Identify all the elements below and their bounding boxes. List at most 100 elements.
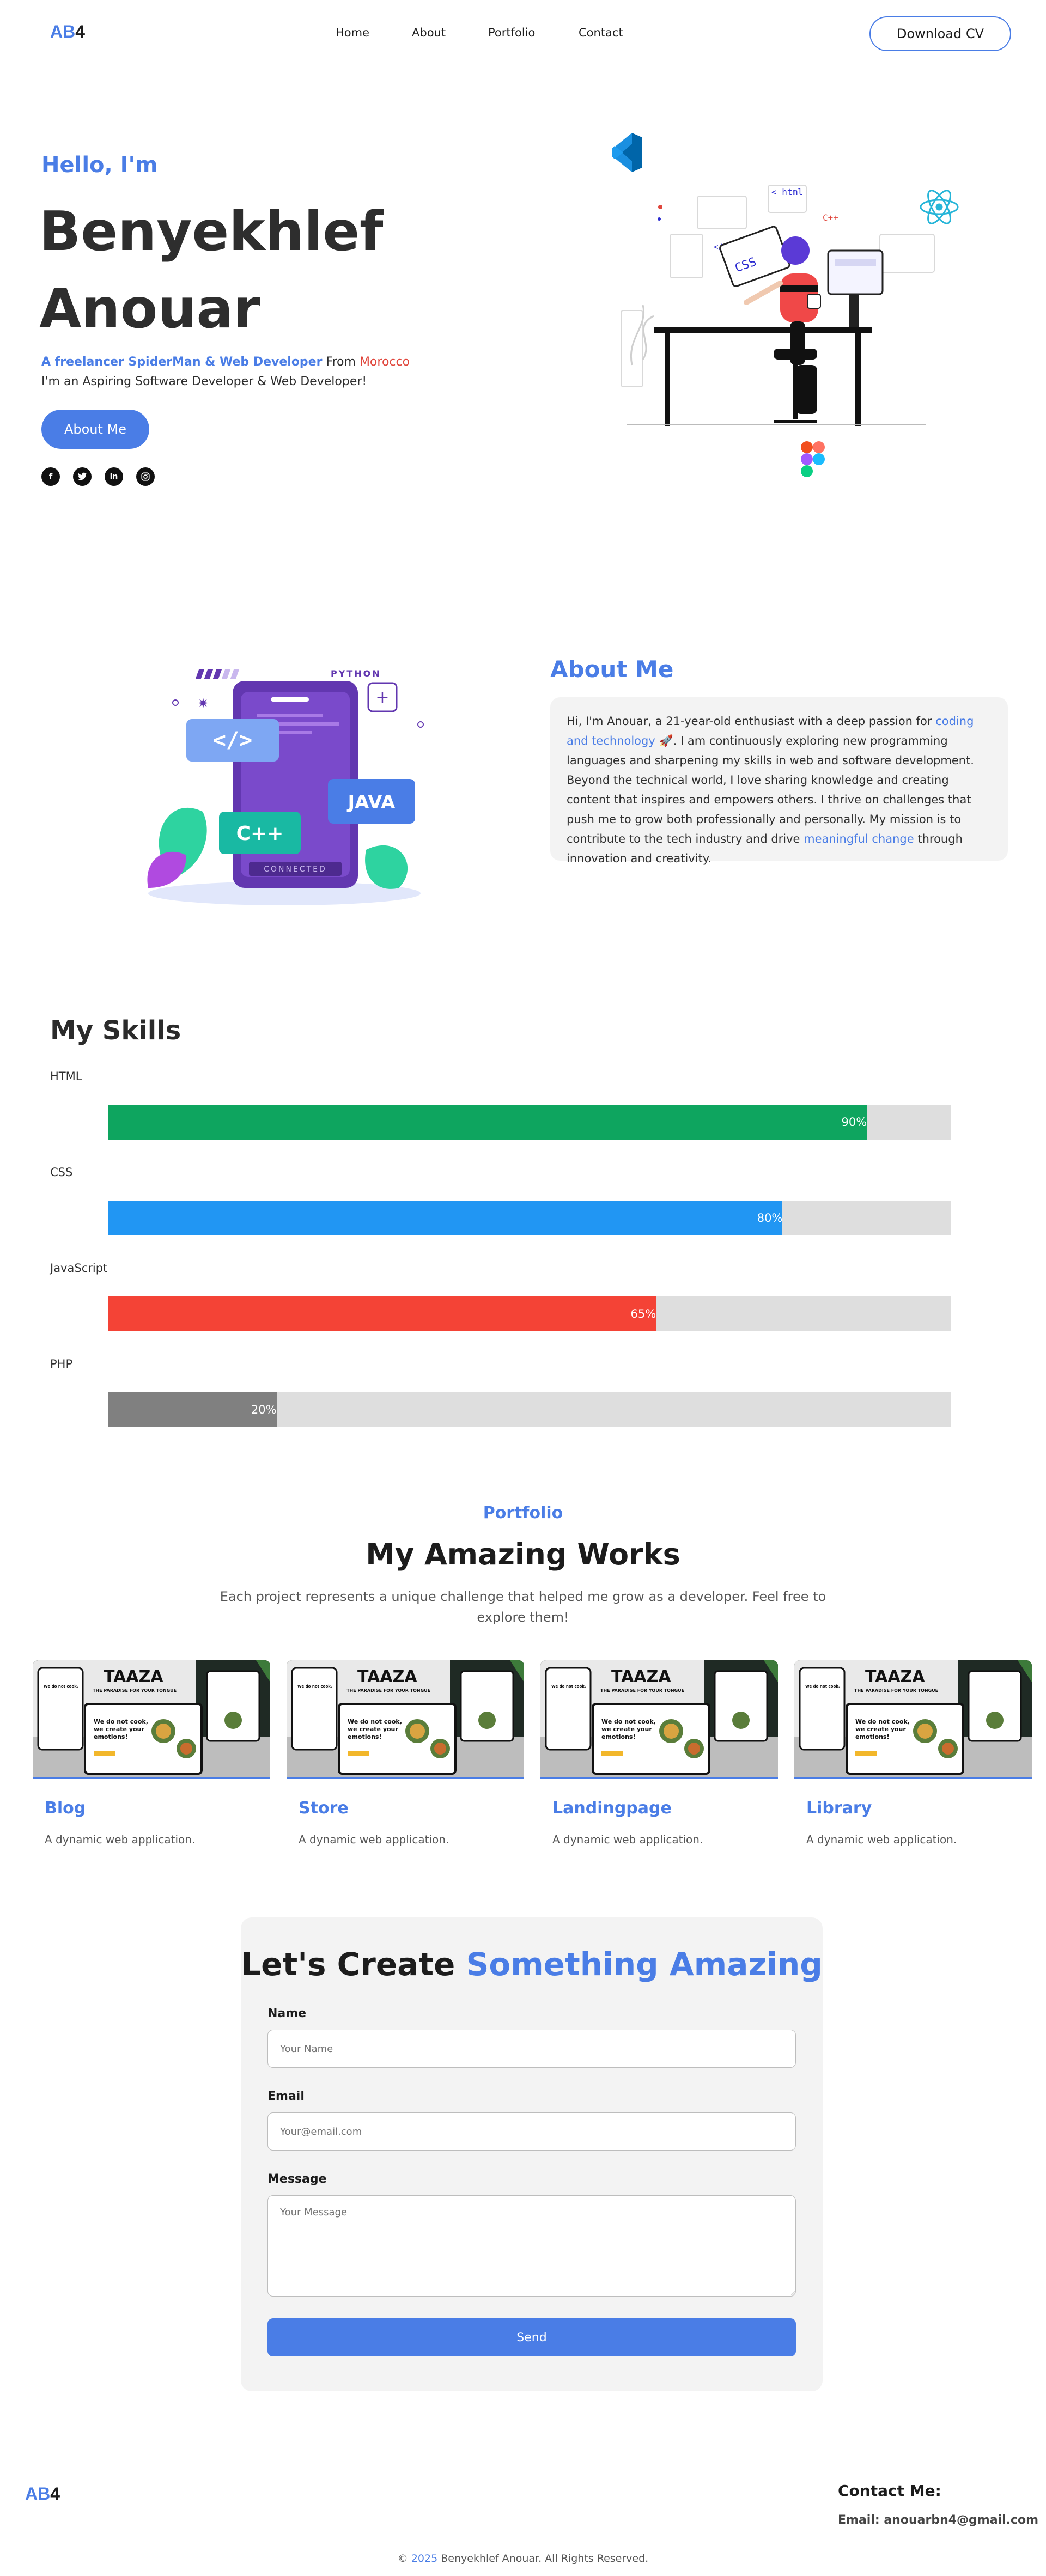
logo-part1: AB	[50, 22, 76, 41]
portfolio-card-title[interactable]: Landingpage	[552, 1799, 778, 1818]
portfolio-card-image[interactable]: TAAZA THE PARADISE FOR YOUR TONGUE We do…	[33, 1660, 270, 1779]
copyright-year: 2025	[411, 2553, 438, 2565]
svg-text:emotions!: emotions!	[855, 1733, 889, 1740]
svg-text:We do not cook,: We do not cook,	[44, 1684, 78, 1689]
name-input[interactable]	[267, 2030, 796, 2068]
logo-part2: 4	[75, 22, 86, 41]
skill-bar-track-html: 90%	[108, 1105, 951, 1140]
footer-contact-title: Contact Me:	[838, 2482, 941, 2500]
skill-percent-php: 20%	[251, 1403, 277, 1416]
message-textarea[interactable]	[267, 2195, 796, 2297]
svg-text:We do not cook,: We do not cook,	[601, 1718, 656, 1725]
card-brand: TAAZA	[611, 1667, 671, 1686]
portfolio-card-title[interactable]: Library	[806, 1799, 1032, 1818]
svg-text:We do not cook,: We do not cook,	[297, 1684, 332, 1689]
email-label: Email	[267, 2090, 305, 2103]
download-cv-button[interactable]: Download CV	[869, 16, 1011, 51]
facebook-icon[interactable]: f	[41, 467, 60, 486]
cpp-label: C++	[236, 823, 284, 845]
skill-bar-css: 80%	[108, 1201, 783, 1235]
about-highlight-2: meaningful change	[804, 832, 914, 845]
tagline-role: A freelancer SpiderMan & Web Developer	[41, 355, 323, 369]
svg-text:we create your: we create your	[94, 1726, 144, 1733]
card-tagline: THE PARADISE FOR YOUR TONGUE	[854, 1688, 938, 1693]
portfolio-description: Each project represents a unique challen…	[220, 1589, 826, 1625]
social-links: f in	[41, 467, 155, 486]
hero-greeting: Hello, I'm	[41, 153, 158, 178]
contact-title: Let's Create Something Amazing	[241, 1946, 823, 1983]
about-card: Hi, I'm Anouar, a 21-year-old enthusiast…	[550, 697, 1008, 865]
message-label: Message	[267, 2172, 327, 2186]
skill-bar-track-css: 80%	[108, 1201, 951, 1235]
about-text-1: Hi, I'm Anouar, a 21-year-old enthusiast…	[567, 715, 936, 728]
portfolio-card-desc: A dynamic web application.	[299, 1833, 449, 1846]
skill-bar-html: 90%	[108, 1105, 867, 1140]
svg-text:we create your: we create your	[855, 1726, 906, 1733]
code-tag-label: </>	[213, 728, 252, 753]
monitor-left: CSS	[719, 226, 790, 287]
skill-bar-track-php: 20%	[108, 1392, 951, 1427]
svg-text:We do not cook,: We do not cook,	[94, 1718, 148, 1725]
email-input[interactable]	[267, 2112, 796, 2151]
twitter-icon[interactable]	[73, 467, 92, 486]
svg-text:✷: ✷	[197, 696, 209, 712]
portfolio-card[interactable]: TAAZA THE PARADISE FOR YOUR TONGUE We do…	[33, 1660, 270, 1846]
svg-text:+: +	[375, 688, 389, 707]
footer-email[interactable]: Email: anouarbn4@gmail.com	[838, 2513, 1038, 2527]
nav-contact[interactable]: Contact	[579, 26, 623, 39]
skill-percent-html: 90%	[841, 1116, 867, 1129]
linkedin-icon[interactable]: in	[105, 467, 123, 486]
contact-title-dark: Let's Create	[241, 1946, 466, 1983]
skill-percent-javascript: 65%	[630, 1307, 656, 1320]
card-brand: TAAZA	[865, 1667, 925, 1686]
portfolio-card-image[interactable]: TAAZA THE PARADISE FOR YOUR TONGUE We do…	[794, 1660, 1032, 1779]
nav-home[interactable]: Home	[336, 26, 369, 39]
svg-text:We do not cook,: We do not cook,	[348, 1718, 402, 1725]
skill-bar-javascript: 65%	[108, 1296, 656, 1331]
hero-tagline: A freelancer SpiderMan & Web Developer F…	[41, 355, 410, 369]
nav-portfolio[interactable]: Portfolio	[488, 26, 535, 39]
java-label: JAVA	[347, 791, 396, 813]
about-illustration: </> JAVA C++ PYTHON + CONNECTED ✷	[137, 659, 431, 910]
portfolio-card-desc: A dynamic web application.	[552, 1833, 703, 1846]
portfolio-card[interactable]: TAAZA THE PARADISE FOR YOUR TONGUE We do…	[794, 1660, 1032, 1846]
site-logo[interactable]: AB4	[50, 22, 85, 42]
react-icon	[920, 190, 959, 224]
contact-form: Let's Create Something Amazing Name Emai…	[241, 1917, 823, 2391]
portfolio-card-image[interactable]: TAAZA THE PARADISE FOR YOUR TONGUE We do…	[287, 1660, 524, 1779]
portfolio-card-title[interactable]: Blog	[45, 1799, 270, 1818]
card-tagline: THE PARADISE FOR YOUR TONGUE	[600, 1688, 684, 1693]
hero-name-line2: Anouar	[39, 277, 260, 340]
portfolio-card-title[interactable]: Store	[299, 1799, 524, 1818]
portfolio-kicker: Portfolio	[483, 1503, 563, 1523]
send-button[interactable]: Send	[267, 2318, 796, 2356]
about-title: About Me	[550, 656, 674, 683]
about-me-button[interactable]: About Me	[41, 410, 149, 449]
card-tagline: THE PARADISE FOR YOUR TONGUE	[346, 1688, 430, 1693]
contact-title-blue: Something Amazing	[466, 1946, 823, 1983]
svg-text:emotions!: emotions!	[601, 1733, 635, 1740]
skill-percent-css: 80%	[757, 1211, 783, 1225]
hero-illustration: < html C++ </> CSS	[610, 131, 970, 490]
portfolio-card[interactable]: TAAZA THE PARADISE FOR YOUR TONGUE We do…	[287, 1660, 524, 1846]
footer-logo-part2: 4	[50, 2484, 60, 2504]
svg-text:emotions!: emotions!	[348, 1733, 381, 1740]
svg-text:we create your: we create your	[601, 1726, 652, 1733]
about-text-2: 🚀. I am continuously exploring new progr…	[567, 734, 974, 845]
copyright-symbol: ©	[397, 2553, 411, 2565]
tagline-country: Morocco	[359, 355, 410, 369]
skill-label-php: PHP	[50, 1357, 73, 1371]
portfolio-card-image[interactable]: TAAZA THE PARADISE FOR YOUR TONGUE We do…	[540, 1660, 778, 1779]
svg-text:We do not cook,: We do not cook,	[551, 1684, 586, 1689]
svg-text:C++: C++	[823, 212, 838, 223]
python-label: PYTHON	[331, 668, 381, 679]
portfolio-card[interactable]: TAAZA THE PARADISE FOR YOUR TONGUE We do…	[540, 1660, 778, 1846]
hero-subtitle: I'm an Aspiring Software Developer & Web…	[41, 375, 367, 388]
vscode-icon	[612, 133, 642, 172]
footer-logo[interactable]: AB4	[25, 2484, 60, 2504]
portfolio-card-desc: A dynamic web application.	[806, 1833, 957, 1846]
skills-title: My Skills	[50, 1015, 181, 1046]
card-tagline: THE PARADISE FOR YOUR TONGUE	[93, 1688, 177, 1693]
instagram-icon[interactable]	[136, 467, 155, 486]
nav-about[interactable]: About	[412, 26, 446, 39]
